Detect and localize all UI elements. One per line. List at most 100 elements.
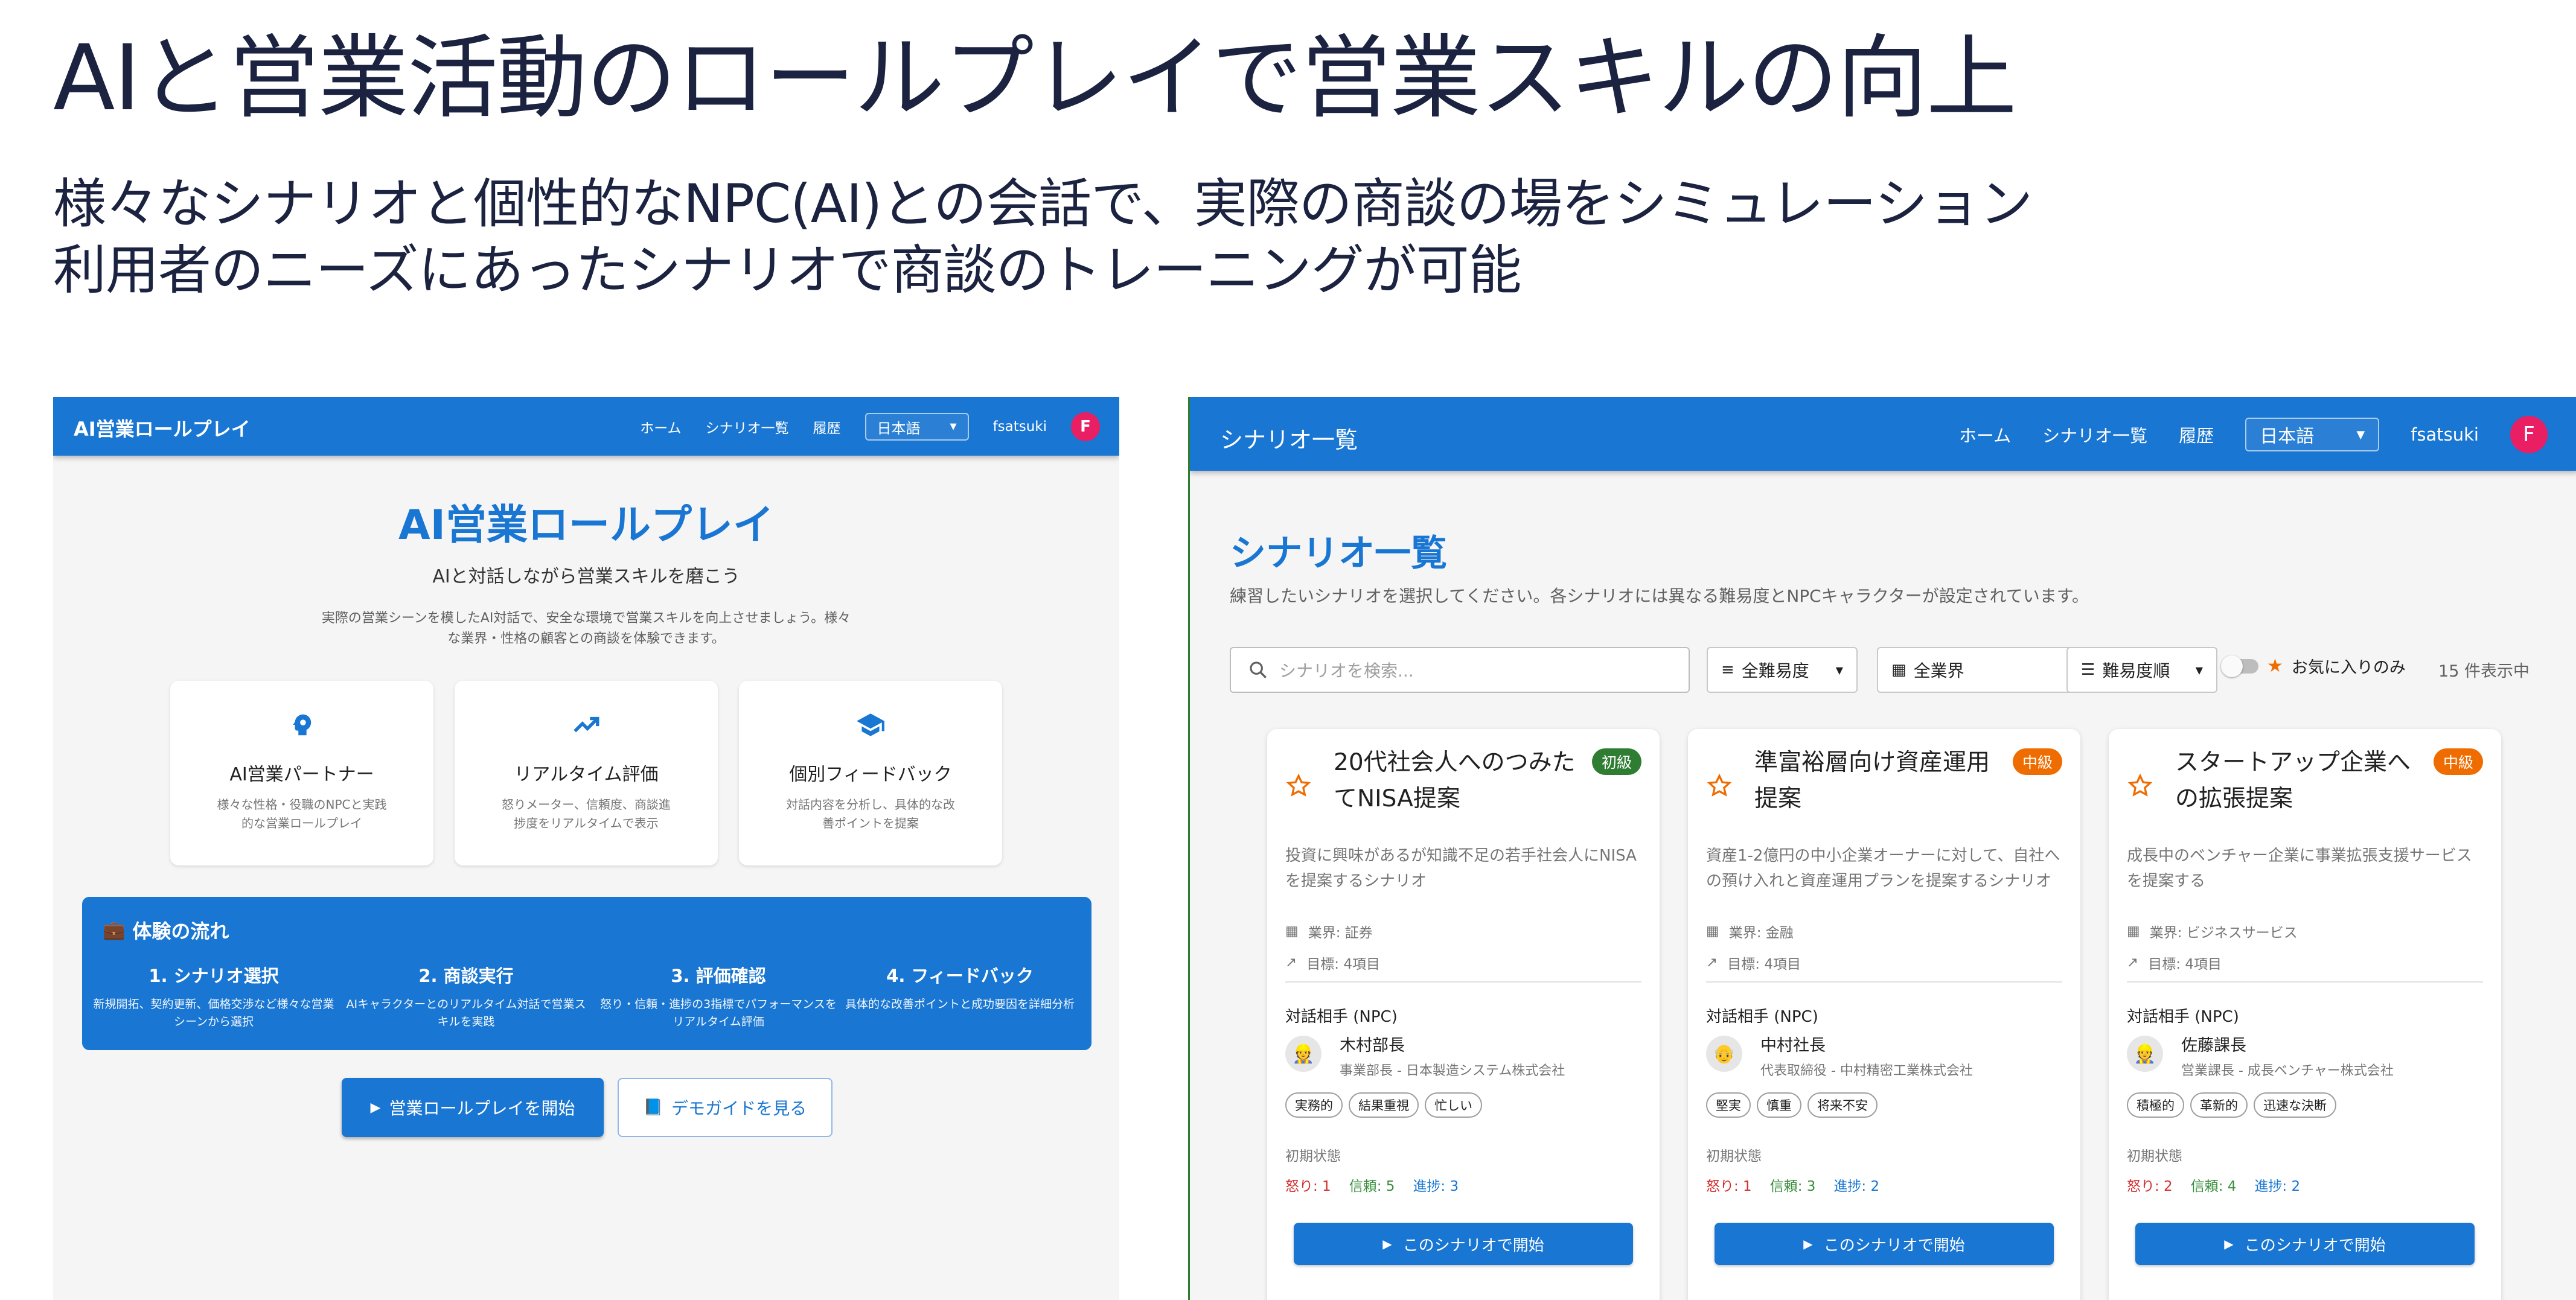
flow-step-title: 1. シナリオ選択: [149, 966, 279, 986]
scenario-description: 資産1-2億円の中小企業オーナーに対して、自社への預け入れと資産運用プランを提案…: [1706, 847, 2060, 890]
personality-tags: 実務的 結果重視 忙しい: [1285, 1092, 1482, 1118]
start-roleplay-button[interactable]: ▶ 営業ロールプレイを開始: [342, 1078, 604, 1137]
language-select[interactable]: 日本語 ▼: [865, 413, 969, 441]
industry-meta: ▦ 業界: 証券: [1285, 921, 1373, 942]
building-icon: ▦: [1891, 661, 1906, 679]
difficulty-badge: 中級: [2012, 748, 2062, 775]
username: fsatsuki: [992, 419, 1047, 435]
flow-step-title: 3. 評価確認: [671, 966, 766, 986]
sort-select[interactable]: ☰ 難易度順 ▼: [2066, 647, 2217, 693]
language-value: 日本語: [877, 419, 921, 437]
language-select[interactable]: 日本語 ▼: [2245, 418, 2380, 451]
difficulty-filter[interactable]: ≡ 全難易度 ▼: [1707, 647, 1858, 693]
nav-home[interactable]: ホーム: [1959, 422, 2011, 447]
hero-description: 実際の営業シーンを模したAI対話で、安全な環境で営業スキルを向上させましょう。様…: [321, 611, 851, 647]
industry-filter-value: 全業界: [1913, 661, 1964, 681]
flow-step-desc: 新規開拓、契約更新、価格交渉など様々な営業シーンから選択: [93, 998, 334, 1028]
play-icon: ▶: [1803, 1237, 1813, 1251]
scenario-description: 成長中のベンチャー企業に事業拡張支援サービスを提案する: [2127, 847, 2472, 890]
trust-stat: 信頼: 3: [1769, 1179, 1816, 1194]
npc-label: 対話相手 (NPC): [1706, 1008, 1818, 1026]
building-icon: ▦: [2127, 923, 2140, 939]
start-scenario-label: このシナリオで開始: [1823, 1236, 1965, 1255]
flow-step: 4. フィードバック 具体的な改善ポイントと成功要因を詳細分析: [839, 962, 1081, 1013]
industry-text: 業界: 証券: [1308, 925, 1373, 941]
personality-tags: 積極的 革新的 迅速な決断: [2127, 1092, 2336, 1118]
progress-stat: 進捗: 3: [1413, 1179, 1459, 1194]
trending-up-icon: ↗: [1285, 955, 1297, 970]
start-scenario-button[interactable]: ▶ このシナリオで開始: [1294, 1223, 1633, 1265]
trending-up-icon: ↗: [1706, 955, 1718, 970]
goals-text: 目標: 4項目: [1306, 957, 1380, 972]
start-scenario-button[interactable]: ▶ このシナリオで開始: [1715, 1223, 2054, 1265]
scenario-title: スタートアップ企業への拡張提案: [2175, 749, 2411, 813]
initial-stats: 怒り: 2 信頼: 4 進捗: 2: [2127, 1174, 2300, 1195]
nav-group: ホーム シナリオ一覧 履歴 日本語 ▼ fsatsuki F: [640, 410, 1100, 443]
npc-avatar: 👷: [1285, 1036, 1322, 1072]
trending-up-icon: ↗: [2127, 955, 2139, 970]
slide-subtitle-line1: 様々なシナリオと個性的なNPC(AI)との会話で、実際の商談の場をシミュレーショ…: [53, 173, 2033, 235]
toggle-switch[interactable]: [2221, 655, 2258, 677]
start-scenario-button[interactable]: ▶ このシナリオで開始: [2135, 1223, 2475, 1265]
progress-stat: 進捗: 2: [2254, 1179, 2301, 1194]
flow-title-text: 体験の流れ: [132, 920, 229, 943]
play-icon: ▶: [370, 1100, 381, 1115]
feature-title: 個別フィードバック: [789, 764, 952, 785]
industry-filter[interactable]: ▦全業界 ▼: [1877, 647, 2092, 693]
scenario-title: 20代社会人へのつみたてNISA提案: [1334, 749, 1576, 813]
search-input[interactable]: シナリオを検索...: [1230, 647, 1690, 693]
scenario-card[interactable]: 20代社会人へのつみたてNISA提案 初級 投資に興味があるが知識不足の若手社会…: [1267, 729, 1660, 1300]
scenario-card[interactable]: スタートアップ企業への拡張提案 中級 成長中のベンチャー企業に事業拡張支援サービ…: [2109, 729, 2501, 1300]
feature-desc: 対話内容を分析し、具体的な改善ポイントを提案: [786, 797, 955, 830]
nav-scenarios[interactable]: シナリオ一覧: [706, 416, 789, 437]
industry-meta: ▦ 業界: 金融: [1706, 921, 1794, 942]
difficulty-badge: 中級: [2433, 748, 2483, 775]
nav-history[interactable]: 履歴: [2179, 422, 2214, 447]
npc-label: 対話相手 (NPC): [1285, 1008, 1398, 1026]
feature-desc: 怒りメーター、信頼度、商談進捗度をリアルタイムで表示: [502, 797, 671, 830]
nav-home[interactable]: ホーム: [640, 416, 681, 437]
npc-role: 営業課長 - 成長ベンチャー株式会社: [2181, 1063, 2394, 1079]
trending-up-icon: [455, 710, 718, 740]
npc-label: 対話相手 (NPC): [2127, 1008, 2239, 1026]
favorites-label: お気に入りのみ: [2291, 658, 2406, 677]
avatar[interactable]: F: [1071, 412, 1100, 441]
briefcase-icon: 💼: [103, 919, 126, 941]
start-roleplay-label: 営業ロールプレイを開始: [389, 1098, 575, 1118]
tag-chip: 堅実: [1706, 1092, 1751, 1118]
flow-title: 💼 体験の流れ: [103, 916, 229, 944]
favorite-star-icon[interactable]: [1706, 773, 1733, 799]
flow-step: 1. シナリオ選択 新規開拓、契約更新、価格交渉など様々な営業シーンから選択: [93, 962, 334, 1030]
initial-stats: 怒り: 1 信頼: 5 進捗: 3: [1285, 1174, 1459, 1195]
anger-stat: 怒り: 1: [1285, 1179, 1331, 1194]
avatar[interactable]: F: [2510, 416, 2548, 453]
flow-step: 2. 商談実行 AIキャラクターとのリアルタイム対話で営業スキルを実践: [345, 962, 587, 1030]
building-icon: ▦: [1285, 923, 1299, 939]
goals-text: 目標: 4項目: [2148, 957, 2222, 972]
favorite-star-icon[interactable]: [2127, 773, 2153, 799]
flow-step-title: 2. 商談実行: [418, 966, 514, 986]
demo-guide-button[interactable]: 📘 デモガイドを見る: [618, 1078, 833, 1137]
start-scenario-label: このシナリオで開始: [2244, 1236, 2386, 1255]
book-icon: 📘: [643, 1098, 663, 1117]
flow-step-desc: 具体的な改善ポイントと成功要因を詳細分析: [845, 998, 1075, 1011]
psychology-icon: [170, 710, 433, 740]
favorite-star-icon[interactable]: [1285, 773, 1312, 799]
slide-subtitle-line2: 利用者のニーズにあったシナリオで商談のトレーニングが可能: [53, 239, 1522, 301]
school-icon: [739, 710, 1002, 740]
trust-stat: 信頼: 4: [2190, 1179, 2237, 1194]
initial-state-label: 初期状態: [1706, 1149, 1762, 1164]
scenario-list-screenshot: シナリオ一覧 ホーム シナリオ一覧 履歴 日本語 ▼ fsatsuki F シナ…: [1188, 397, 2576, 1300]
tag-chip: 結果重視: [1349, 1092, 1419, 1118]
nav-scenarios[interactable]: シナリオ一覧: [2042, 422, 2147, 447]
scenario-card[interactable]: 準富裕層向け資産運用提案 中級 資産1-2億円の中小企業オーナーに対して、自社へ…: [1688, 729, 2080, 1300]
nav-history[interactable]: 履歴: [813, 416, 841, 437]
goals-meta: ↗ 目標: 4項目: [2127, 952, 2222, 973]
feature-card-partner: AI営業パートナー 様々な性格・役職のNPCと実践的な営業ロールプレイ: [170, 681, 433, 865]
divider: [1285, 981, 1641, 983]
chevron-down-icon: ▼: [950, 422, 957, 432]
star-icon: ★: [2267, 655, 2283, 677]
nav-group: ホーム シナリオ一覧 履歴 日本語 ▼ fsatsuki F: [1959, 416, 2548, 453]
favorites-toggle[interactable]: ★ お気に入りのみ: [2221, 654, 2406, 678]
app-brand[interactable]: AI営業ロールプレイ: [74, 414, 251, 442]
